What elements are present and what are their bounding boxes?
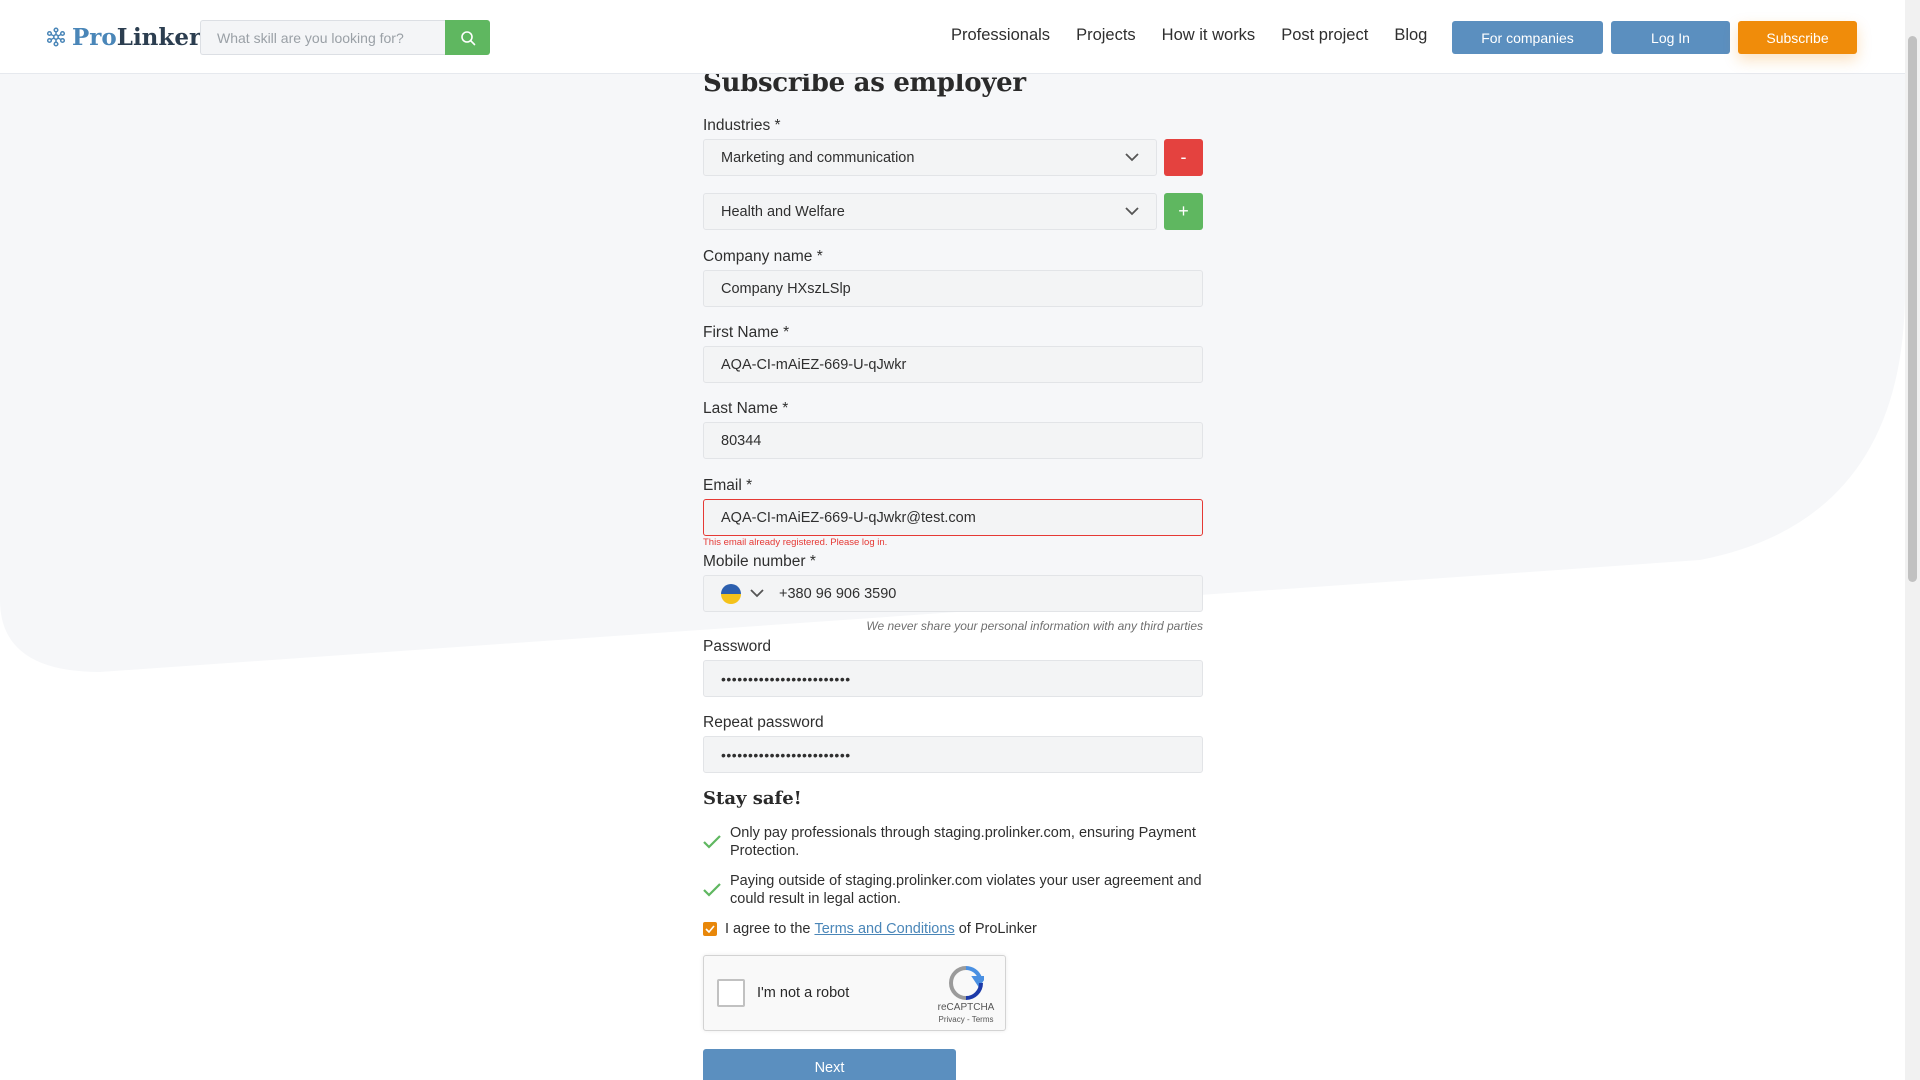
nav-projects[interactable]: Projects [1076, 26, 1136, 45]
stay-safe-item: Paying outside of staging.prolinker.com … [703, 872, 1203, 908]
subscribe-button[interactable]: Subscribe [1738, 21, 1857, 54]
add-industry-button[interactable]: + [1164, 193, 1203, 230]
chevron-down-icon [1125, 207, 1139, 216]
logo-network-icon [46, 27, 66, 47]
top-header: ProLinker Professionals Projects How it … [0, 0, 1905, 74]
repeat-password-label: Repeat password [703, 714, 824, 731]
page-scrollbar[interactable] [1905, 0, 1920, 1080]
remove-industry-button[interactable]: - [1164, 139, 1203, 176]
terms-agreement: I agree to the Terms and Conditions of P… [703, 921, 1037, 937]
company-name-label: Company name * [703, 248, 823, 265]
prolinker-logo[interactable]: ProLinker [46, 22, 201, 52]
search-icon [460, 30, 475, 45]
logo-pro: Pro [72, 23, 117, 51]
industry-select-1[interactable]: Marketing and communication [703, 139, 1157, 176]
terms-checkbox[interactable] [703, 922, 717, 936]
last-name-label: Last Name * [703, 400, 789, 417]
mobile-number-input[interactable]: +380 96 906 3590 [779, 586, 896, 602]
industry-select-2[interactable]: Health and Welfare [703, 193, 1157, 230]
industry-select-1-value: Marketing and communication [721, 149, 915, 166]
first-name-input[interactable]: AQA-CI-mAiEZ-669-U-qJwkr [703, 346, 1203, 383]
recaptcha-brand: reCAPTCHA [937, 1002, 995, 1013]
last-name-input[interactable]: 80344 [703, 422, 1203, 459]
login-button[interactable]: Log In [1611, 21, 1730, 54]
checkmark-icon [705, 925, 715, 933]
email-label: Email * [703, 477, 753, 494]
nav-post-project[interactable]: Post project [1281, 26, 1368, 45]
agree-prefix: I agree to the [725, 921, 811, 937]
stay-safe-text: Paying outside of staging.prolinker.com … [730, 873, 1202, 907]
skill-search [200, 20, 490, 55]
stay-safe-item: Only pay professionals through staging.p… [703, 824, 1203, 860]
search-button[interactable] [445, 20, 490, 55]
industries-label: Industries * [703, 117, 781, 134]
recaptcha-privacy-terms[interactable]: Privacy - Terms [936, 1015, 996, 1024]
country-chevron-down-icon[interactable] [750, 589, 764, 598]
nav-how-it-works[interactable]: How it works [1162, 26, 1256, 45]
logo-linker: Linker [116, 23, 202, 51]
recaptcha-logo-icon [948, 966, 984, 1000]
stay-safe-title: Stay safe! [703, 788, 802, 809]
first-name-label: First Name * [703, 324, 790, 341]
company-name-input[interactable]: Company HXszLSlp [703, 270, 1203, 307]
terms-link[interactable]: Terms and Conditions [814, 921, 954, 937]
checkmark-icon [703, 883, 721, 897]
repeat-password-input[interactable]: •••••••••••••••••••••••• [703, 736, 1203, 773]
nav-professionals[interactable]: Professionals [951, 26, 1050, 45]
next-button[interactable]: Next [703, 1049, 956, 1080]
recaptcha-checkbox[interactable] [717, 979, 745, 1007]
recaptcha-widget: I'm not a robot reCAPTCHA Privacy - Term… [703, 955, 1006, 1031]
ukraine-flag-icon[interactable] [721, 583, 741, 604]
password-label: Password [703, 638, 772, 655]
password-input[interactable]: •••••••••••••••••••••••• [703, 660, 1203, 697]
nav-blog[interactable]: Blog [1394, 26, 1427, 45]
privacy-hint: We never share your personal information… [866, 619, 1203, 633]
industry-select-2-value: Health and Welfare [721, 203, 845, 220]
agree-suffix: of ProLinker [958, 921, 1037, 937]
chevron-down-icon [1125, 153, 1139, 162]
stay-safe-text: Only pay professionals through staging.p… [730, 825, 1196, 859]
recaptcha-label: I'm not a robot [757, 985, 850, 1001]
email-error-message: This email already registered. Please lo… [703, 537, 888, 548]
mobile-number-field: +380 96 906 3590 [703, 575, 1203, 612]
main-nav: Professionals Projects How it works Post… [951, 26, 1453, 45]
checkmark-icon [703, 835, 721, 849]
email-input[interactable]: AQA-CI-mAiEZ-669-U-qJwkr@test.com [703, 499, 1203, 536]
skill-search-input[interactable] [200, 20, 445, 55]
mobile-number-label: Mobile number * [703, 553, 816, 570]
scrollbar-thumb[interactable] [1908, 36, 1917, 582]
for-companies-button[interactable]: For companies [1452, 21, 1603, 54]
